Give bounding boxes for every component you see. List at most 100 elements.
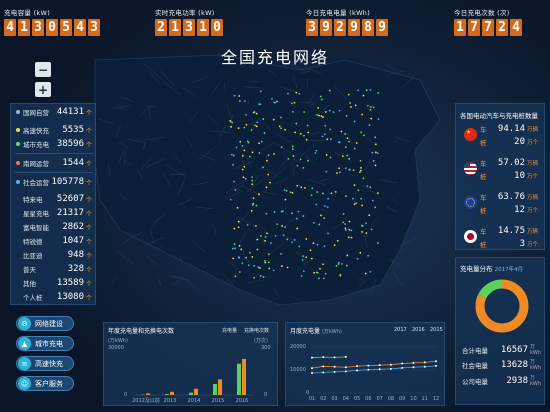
series-point xyxy=(322,365,325,368)
series-point xyxy=(356,365,359,368)
charging-station-dot xyxy=(239,140,242,143)
charging-station-dot xyxy=(280,146,283,149)
annual-bar-chart[interactable]: 2012及以前 2013 2014 2015 2016 xyxy=(104,323,279,407)
charging-station-dot xyxy=(267,253,270,256)
charging-station-dot xyxy=(318,277,320,280)
charging-station-dot xyxy=(274,234,277,237)
stat-name: 国网自营 xyxy=(23,109,49,117)
stat-row-highway[interactable]: 高速快充 5535 个 xyxy=(11,125,97,135)
zoom-out-button[interactable]: − xyxy=(35,62,51,77)
charging-station-dot xyxy=(255,125,258,128)
monthly-line-chart[interactable]: 01 02 03 04 05 06 07 08 09 10 11 12 xyxy=(286,323,446,407)
charging-station-dot xyxy=(338,167,340,170)
charging-station-dot xyxy=(348,228,351,231)
stat-row-operator[interactable]: 特来电 52607 个 xyxy=(11,194,97,204)
digit: 1 xyxy=(197,19,209,36)
charging-station-dot xyxy=(248,155,251,158)
distribution-unit: 万kWh xyxy=(530,375,542,387)
stat-row-operator[interactable]: 富电智能 2862 个 xyxy=(11,222,97,232)
stat-row-southern-grid[interactable]: 南网运营 1544 个 xyxy=(11,158,97,168)
stat-unit: 个 xyxy=(86,141,93,149)
charging-station-dot xyxy=(325,154,328,156)
digit: 3 xyxy=(183,19,195,36)
charging-station-dot xyxy=(310,194,313,197)
charging-station-dot xyxy=(265,212,268,215)
charging-station-dot xyxy=(367,105,369,107)
charging-station-dot xyxy=(347,93,350,96)
stat-row-state-grid[interactable]: 国网自营 44131 个 xyxy=(11,107,97,117)
stat-name: 其他 xyxy=(23,280,36,288)
stat-name: 南网运营 xyxy=(23,160,49,168)
charging-station-dot xyxy=(322,116,324,118)
charging-station-dot xyxy=(259,103,262,106)
charging-station-dot xyxy=(307,159,309,162)
distribution-name: 社会电量 xyxy=(462,361,488,370)
charging-station-dot xyxy=(297,210,300,213)
charging-station-dot xyxy=(245,123,248,126)
charging-station-dot xyxy=(361,204,364,207)
city-charging-button[interactable]: ▲ 城市充电 xyxy=(16,336,74,351)
zoom-in-button[interactable]: + xyxy=(35,82,51,97)
stat-row-city[interactable]: 城市充电 38596 个 xyxy=(11,139,97,149)
charging-station-dot xyxy=(353,203,356,206)
charging-station-dot xyxy=(350,236,353,239)
charging-station-dot xyxy=(276,223,279,226)
charging-station-dot xyxy=(366,185,369,188)
x-tick-label: 2014 xyxy=(188,398,201,404)
digit: 4 xyxy=(4,19,16,36)
charging-station-dot xyxy=(296,227,299,230)
pile-unit: 万个 xyxy=(527,174,539,180)
stat-row-operator[interactable]: 星星充电 21317 个 xyxy=(11,208,97,218)
digit: 3 xyxy=(88,19,100,36)
charging-station-dot xyxy=(305,138,308,141)
charging-station-dot xyxy=(264,259,266,262)
pile-unit: 万个 xyxy=(527,140,539,146)
charging-station-dot xyxy=(264,239,266,242)
charging-station-dot xyxy=(270,242,272,244)
charging-station-dot xyxy=(311,187,314,190)
charging-station-dot xyxy=(285,189,288,192)
charging-station-dot xyxy=(255,204,258,207)
charging-station-dot xyxy=(268,267,271,270)
digit: 4 xyxy=(510,19,522,36)
highway-charging-button[interactable]: ≡ 高速快充 xyxy=(16,356,74,371)
charging-station-dot xyxy=(321,135,324,138)
x-tick-label: 07 xyxy=(376,396,382,402)
distribution-ring-chart[interactable] xyxy=(474,278,530,334)
charging-station-dot xyxy=(245,256,248,259)
stat-row-operator[interactable]: 比亚迪 948 个 xyxy=(11,250,97,260)
charging-station-dot xyxy=(368,214,371,217)
charging-station-dot xyxy=(232,154,235,157)
series-point xyxy=(389,363,392,366)
stat-unit: 个 xyxy=(86,294,93,302)
charging-station-dot xyxy=(243,126,246,129)
stat-row-social[interactable]: 社会运营 105778 个 xyxy=(11,177,97,187)
charging-station-dot xyxy=(259,267,262,269)
charging-station-dot xyxy=(291,148,294,151)
customer-service-button[interactable]: ☺ 客户服务 xyxy=(16,376,74,391)
charging-station-dot xyxy=(251,176,253,178)
charging-station-dot xyxy=(238,244,241,247)
charging-station-dot xyxy=(249,251,251,254)
charging-station-dot xyxy=(338,109,341,112)
charging-station-dot xyxy=(230,153,233,156)
charging-station-dot xyxy=(359,159,362,162)
charging-station-dot xyxy=(362,177,365,180)
charging-station-dot xyxy=(253,276,256,279)
distribution-title: 充电量分布 xyxy=(460,265,493,273)
charging-station-dot xyxy=(341,155,344,158)
stat-value: 13589 xyxy=(56,278,84,288)
series-point xyxy=(378,368,381,371)
charging-station-dot xyxy=(319,267,321,270)
charging-station-dot xyxy=(258,152,261,154)
charging-station-dot xyxy=(247,264,250,267)
network-build-button[interactable]: ⚙ 网络建设 xyxy=(16,316,74,331)
stat-row-operator[interactable]: 特锐德 1047 个 xyxy=(11,236,97,246)
charging-station-dot xyxy=(346,137,349,140)
charging-station-dot xyxy=(350,229,353,232)
stat-row-operator[interactable]: 其他 13589 个 xyxy=(11,278,97,288)
stat-row-personal[interactable]: 个人桩 13080 个 xyxy=(11,292,97,302)
stat-row-operator[interactable]: 普天 328 个 xyxy=(11,264,97,274)
charging-station-dot xyxy=(284,198,287,201)
charging-station-dot xyxy=(324,124,327,127)
